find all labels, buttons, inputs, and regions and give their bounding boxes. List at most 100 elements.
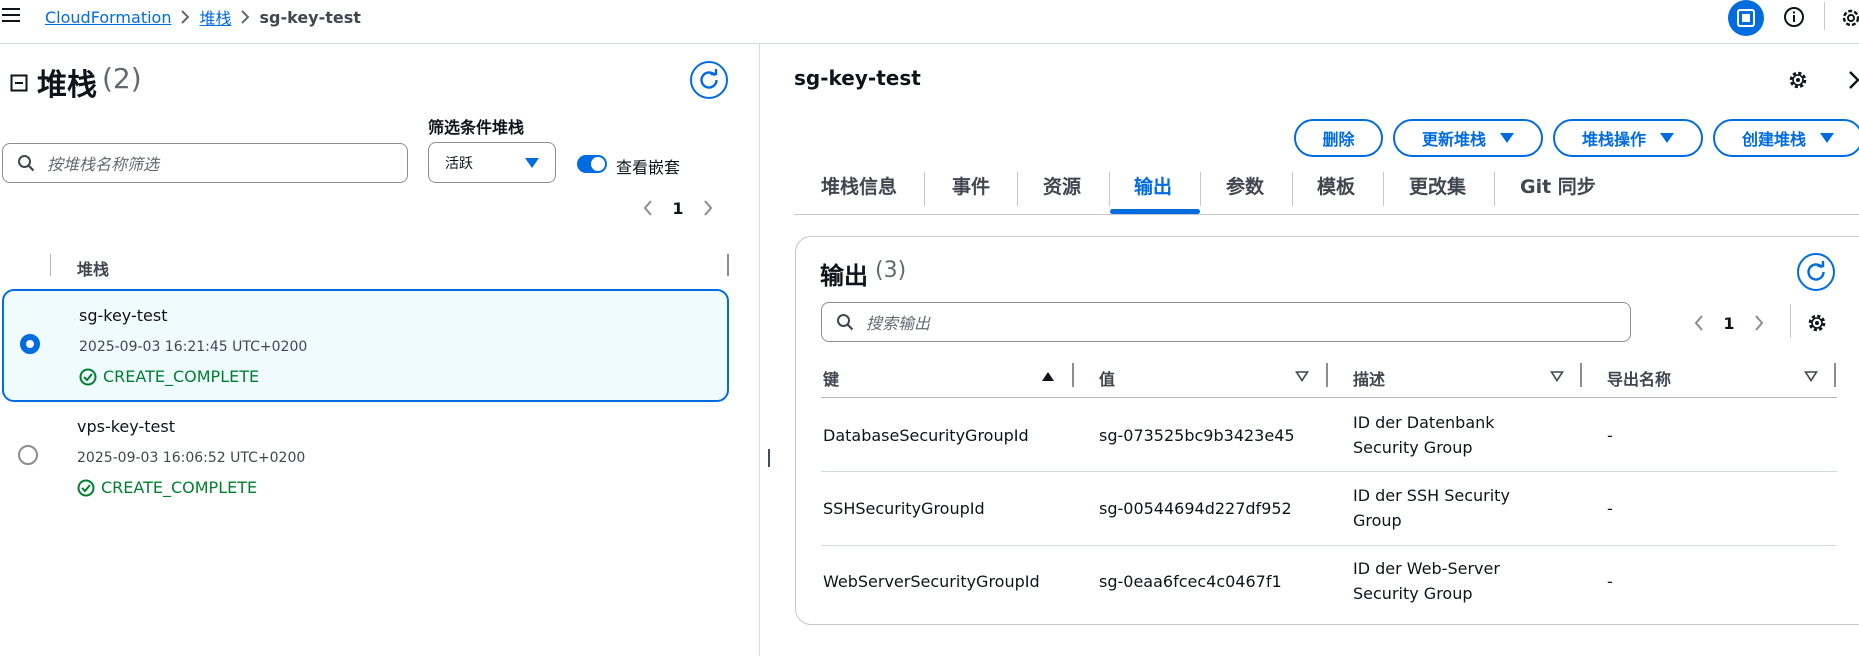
- sort-ascending-icon[interactable]: [1040, 368, 1056, 384]
- caret-down-icon: [1660, 133, 1674, 143]
- check-circle-icon: [79, 368, 97, 385]
- info-icon[interactable]: [1783, 6, 1805, 28]
- tab-git-sync[interactable]: Git 同步: [1520, 172, 1596, 208]
- select-value: 活跃: [445, 155, 473, 172]
- column-header-key[interactable]: 键: [823, 364, 839, 392]
- cell-description-line2: Security Group: [1353, 438, 1473, 457]
- column-header-description[interactable]: 描述: [1353, 364, 1385, 392]
- outputs-count: (3): [875, 258, 907, 283]
- next-page-button[interactable]: [696, 196, 720, 220]
- sort-descending-icon[interactable]: [1803, 368, 1819, 384]
- delete-button[interactable]: 删除: [1294, 119, 1383, 157]
- cell-export-name: -: [1607, 572, 1613, 591]
- column-resizer[interactable]: [727, 254, 729, 276]
- collapse-icon[interactable]: [10, 74, 28, 92]
- refresh-outputs-button[interactable]: [1797, 253, 1835, 291]
- create-stack-button[interactable]: 创建堆栈: [1713, 119, 1859, 157]
- view-nested-toggle[interactable]: [577, 155, 607, 173]
- cell-description-line2: Security Group: [1353, 584, 1473, 603]
- caret-down-icon: [1500, 133, 1514, 143]
- gear-icon[interactable]: [1806, 312, 1828, 334]
- cell-value: sg-073525bc9b3423e45: [1099, 426, 1295, 445]
- column-header-value[interactable]: 值: [1099, 364, 1115, 392]
- stack-actions-label: 堆栈操作: [1581, 130, 1646, 149]
- page-number[interactable]: 1: [1711, 314, 1747, 333]
- outputs-title: 输出: [820, 262, 868, 290]
- stack-name: vps-key-test: [77, 417, 175, 436]
- tab-outputs[interactable]: 输出: [1134, 172, 1172, 208]
- cell-key: WebServerSecurityGroupId: [823, 572, 1040, 591]
- header-divider: [0, 43, 1859, 44]
- stack-name: sg-key-test: [79, 306, 168, 325]
- page-number[interactable]: 1: [660, 199, 696, 218]
- breadcrumb: CloudFormation 堆栈 sg-key-test: [45, 5, 361, 29]
- tab-events[interactable]: 事件: [952, 172, 990, 208]
- tab-parameters[interactable]: 参数: [1226, 172, 1264, 208]
- stacks-title: 堆栈: [37, 68, 97, 103]
- search-icon: [837, 314, 854, 331]
- tab-template[interactable]: 模板: [1317, 172, 1355, 208]
- stack-radio[interactable]: [18, 445, 38, 465]
- outputs-pagination: 1: [1687, 311, 1771, 335]
- refresh-stacks-button[interactable]: [690, 61, 728, 99]
- gear-icon[interactable]: [1787, 69, 1809, 91]
- tabs-divider: [794, 214, 1859, 215]
- prev-page-button[interactable]: [636, 196, 660, 220]
- stack-status-select[interactable]: 活跃: [428, 142, 556, 183]
- tab-changesets[interactable]: 更改集: [1409, 172, 1466, 208]
- refresh-icon: [700, 69, 718, 89]
- detail-tabs: 堆栈信息 事件 资源 输出 参数 模板 更改集 Git 同步: [794, 168, 1859, 216]
- divider: [1824, 2, 1825, 30]
- update-stack-label: 更新堆栈: [1421, 130, 1486, 149]
- caret-down-icon: [525, 158, 539, 168]
- row-divider: [821, 545, 1837, 546]
- divider: [1790, 304, 1791, 338]
- stack-detail-title: sg-key-test: [794, 66, 921, 90]
- stack-status: CREATE_COMPLETE: [77, 478, 257, 497]
- refresh-icon: [1807, 261, 1825, 281]
- caret-down-icon: [1820, 133, 1834, 143]
- split-divider: [759, 44, 760, 656]
- check-circle-icon: [77, 479, 95, 496]
- prev-page-button[interactable]: [1687, 311, 1711, 335]
- stack-row[interactable]: vps-key-test 2025-09-03 16:06:52 UTC+020…: [2, 402, 729, 515]
- breadcrumb-stacks[interactable]: 堆栈: [199, 5, 231, 29]
- next-page-button[interactable]: [1747, 311, 1771, 335]
- cell-description-line1: ID der Web-Server: [1353, 559, 1500, 578]
- stack-status-text: CREATE_COMPLETE: [103, 367, 260, 386]
- close-icon[interactable]: [1846, 70, 1859, 90]
- stack-radio[interactable]: [20, 334, 40, 354]
- update-stack-button[interactable]: 更新堆栈: [1393, 119, 1543, 157]
- cell-export-name: -: [1607, 499, 1613, 518]
- chevron-right-icon: [231, 10, 259, 24]
- tab-stack-info[interactable]: 堆栈信息: [821, 172, 897, 208]
- stack-time: 2025-09-03 16:06:52 UTC+0200: [77, 450, 306, 466]
- panel-toggle-icon[interactable]: [1728, 0, 1764, 36]
- stack-row[interactable]: sg-key-test 2025-09-03 16:21:45 UTC+0200…: [2, 289, 729, 402]
- cell-description-line2: Group: [1353, 511, 1402, 530]
- cell-value: sg-00544694d227df952: [1099, 499, 1292, 518]
- stack-search-input[interactable]: 按堆栈名称筛选: [2, 143, 408, 183]
- resize-handle[interactable]: [768, 449, 770, 467]
- sort-descending-icon[interactable]: [1549, 368, 1565, 384]
- stacks-count: (2): [102, 62, 142, 95]
- stack-time: 2025-09-03 16:21:45 UTC+0200: [79, 339, 308, 355]
- stack-status: CREATE_COMPLETE: [79, 367, 259, 386]
- column-header-export-name[interactable]: 导出名称: [1607, 364, 1671, 392]
- stack-actions-button[interactable]: 堆栈操作: [1553, 119, 1703, 157]
- search-placeholder: 按堆栈名称筛选: [47, 155, 160, 174]
- row-divider: [821, 471, 1837, 472]
- tab-resources[interactable]: 资源: [1043, 172, 1081, 208]
- menu-icon[interactable]: [2, 8, 20, 22]
- stacks-pagination: 1: [636, 196, 720, 220]
- settings-icon[interactable]: [1840, 7, 1859, 29]
- create-stack-label: 创建堆栈: [1741, 130, 1806, 149]
- outputs-search-input[interactable]: 搜索输出: [821, 302, 1631, 342]
- view-nested-label: 查看嵌套: [616, 158, 681, 177]
- stack-status-text: CREATE_COMPLETE: [101, 478, 258, 497]
- search-placeholder: 搜索输出: [866, 314, 931, 333]
- sort-descending-icon[interactable]: [1294, 368, 1310, 384]
- breadcrumb-cloudformation[interactable]: CloudFormation: [45, 8, 171, 27]
- table-header-divider: [821, 397, 1837, 398]
- cell-key: SSHSecurityGroupId: [823, 499, 985, 518]
